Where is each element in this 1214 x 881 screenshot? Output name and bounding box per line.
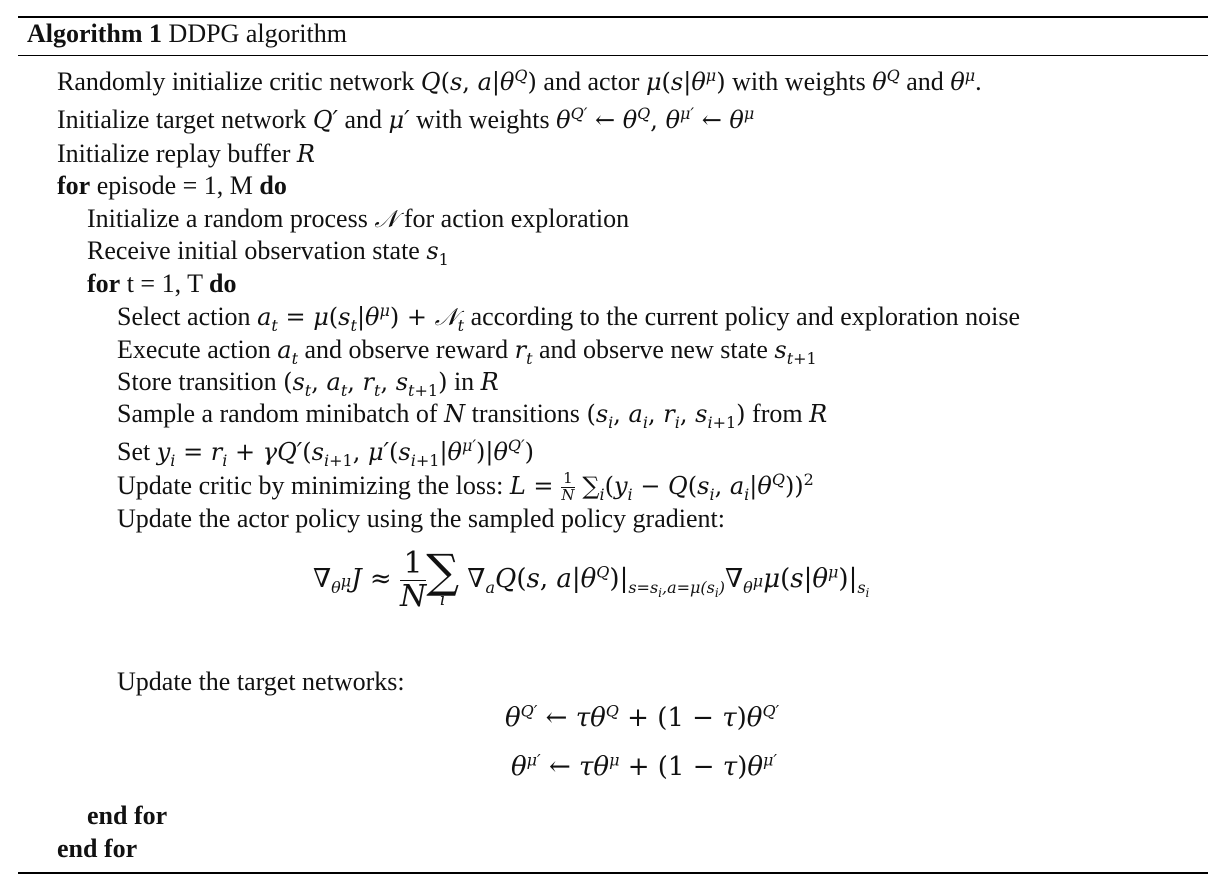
bottom-rule — [18, 872, 1208, 874]
algorithm-title: DDPG algorithm — [168, 19, 347, 48]
policy-gradient-equation: ∇θμJ ≈ 1 N ∑ i ∇aQ(s, a|θQ)|s=si,a=μ(si)∇θμ… — [313, 544, 870, 614]
line-update-targets: Update the target networks: — [117, 667, 405, 696]
sum-symbol: ∑ i — [426, 544, 460, 610]
line-execute-action: Execute action at and observe reward rt … — [117, 335, 817, 368]
line-set-target: Set yi = ri + γQ′(si+1, μ′(si+1|θμ′)|θQ′… — [117, 436, 535, 470]
line-store-transition: Store transition (st, at, rt, st+1) in R — [117, 367, 499, 400]
keyword-for: for — [57, 171, 91, 200]
line-select-action: Select action at = μ(st|θμ) + 𝒩t accordi… — [117, 301, 1021, 335]
line-receive-state: Receive initial observation state s1 — [87, 236, 449, 269]
line-init-target: Initialize target network Q′ and μ′ with… — [57, 104, 755, 135]
soft-update-actor-equation: θμ′ ← τθμ + (1 − τ)θμ′ — [511, 750, 778, 782]
line-end-for-t: end for — [87, 801, 168, 830]
transition-tuple-math: (st, at, rt, st+1) — [283, 368, 448, 400]
line-update-actor: Update the actor policy using the sample… — [117, 504, 725, 533]
target-value-math: yi = ri + γQ′(si+1, μ′(si+1|θμ′)|θQ′) — [156, 436, 535, 470]
line-end-for-episode: end for — [57, 834, 138, 863]
algorithm-caption: Algorithm 1 DDPG algorithm — [27, 17, 347, 51]
caption-rule — [18, 55, 1208, 56]
algorithm-label: Algorithm 1 — [27, 19, 163, 48]
critic-loss-math: L = 1N ∑i(yi − Q(si, ai|θQ))2 — [509, 469, 814, 504]
keyword-for: for — [87, 269, 121, 298]
target-init-math: θQ′ ← θQ, θμ′ ← θμ — [556, 104, 755, 135]
minibatch-tuple-math: (si, ai, ri, si+1) — [586, 400, 746, 432]
line-init-replay: Initialize replay buffer R — [57, 139, 315, 168]
line-init-critic-actor: Randomly initialize critic network Q(s, … — [57, 66, 982, 97]
one-over-n-fraction: 1N — [399, 546, 427, 614]
line-for-episode: for episode = 1, M do — [57, 171, 287, 200]
line-update-critic: Update critic by minimizing the loss: L … — [117, 469, 814, 504]
line-for-t: for t = 1, T do — [87, 269, 237, 298]
keyword-do: do — [259, 171, 287, 200]
line-sample-minibatch: Sample a random minibatch of N transitio… — [117, 399, 828, 432]
critic-network-math: Q(s, a|θQ) — [420, 66, 537, 97]
action-math: at = μ(st|θμ) + 𝒩t — [257, 301, 465, 335]
actor-network-math: μ(s|θμ) — [645, 66, 726, 97]
line-init-noise: Initialize a random process 𝒩 for action… — [87, 204, 630, 233]
keyword-do: do — [209, 269, 237, 298]
soft-update-critic-equation: θQ′ ← τθQ + (1 − τ)θQ′ — [505, 701, 780, 733]
